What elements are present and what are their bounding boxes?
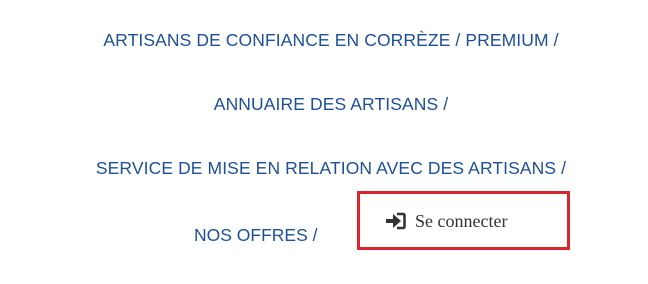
nav-link-annuaire-artisans[interactable]: ANNUAIRE DES ARTISANS / <box>0 94 648 114</box>
login-button[interactable]: Se connecter <box>384 209 507 233</box>
sign-in-icon <box>384 212 406 230</box>
nav-link-artisans-correze-premium[interactable]: ARTISANS DE CONFIANCE EN CORRÈZE / PREMI… <box>0 30 648 50</box>
login-label: Se connecter <box>415 210 508 231</box>
nav-link-nos-offres[interactable]: NOS OFFRES / <box>194 225 317 245</box>
nav-link-service-mise-en-relation[interactable]: SERVICE DE MISE EN RELATION AVEC DES ART… <box>0 158 648 178</box>
